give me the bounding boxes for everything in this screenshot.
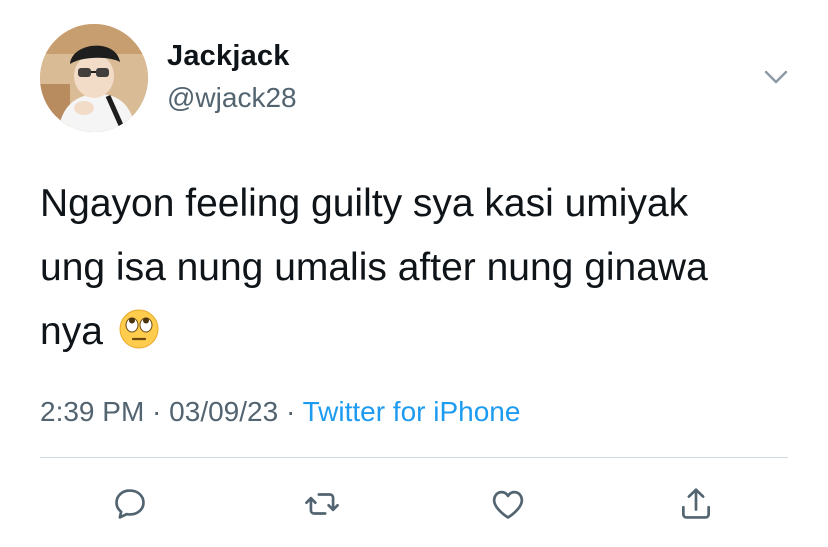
- divider: [40, 457, 788, 458]
- tweet-source-link[interactable]: Twitter for iPhone: [303, 396, 521, 427]
- reply-icon: [115, 489, 145, 519]
- reply-button[interactable]: [106, 480, 154, 528]
- tweet-text: Ngayon feeling guilty sya kasi umiyak un…: [40, 172, 800, 364]
- share-icon: [681, 488, 711, 519]
- tweet-meta: 2:39 PM · 03/09/23 · Twitter for iPhone: [40, 396, 520, 428]
- tweet-date[interactable]: 03/09/23: [169, 396, 278, 427]
- meta-separator: ·: [144, 396, 170, 427]
- share-button[interactable]: [672, 480, 720, 528]
- avatar-photo: [40, 24, 148, 132]
- retweet-icon: [305, 493, 339, 515]
- tweet-actions: [0, 480, 828, 528]
- like-icon: [492, 490, 524, 519]
- like-button[interactable]: [484, 480, 532, 528]
- chevron-down-icon[interactable]: [762, 66, 790, 88]
- retweet-button[interactable]: [298, 480, 346, 528]
- tweet-time[interactable]: 2:39 PM: [40, 396, 144, 427]
- face-with-rolling-eyes-icon: [118, 306, 160, 349]
- avatar[interactable]: [40, 24, 148, 132]
- meta-separator-2: ·: [278, 396, 303, 427]
- display-name[interactable]: Jackjack: [167, 40, 290, 73]
- user-handle[interactable]: @wjack28: [167, 82, 297, 114]
